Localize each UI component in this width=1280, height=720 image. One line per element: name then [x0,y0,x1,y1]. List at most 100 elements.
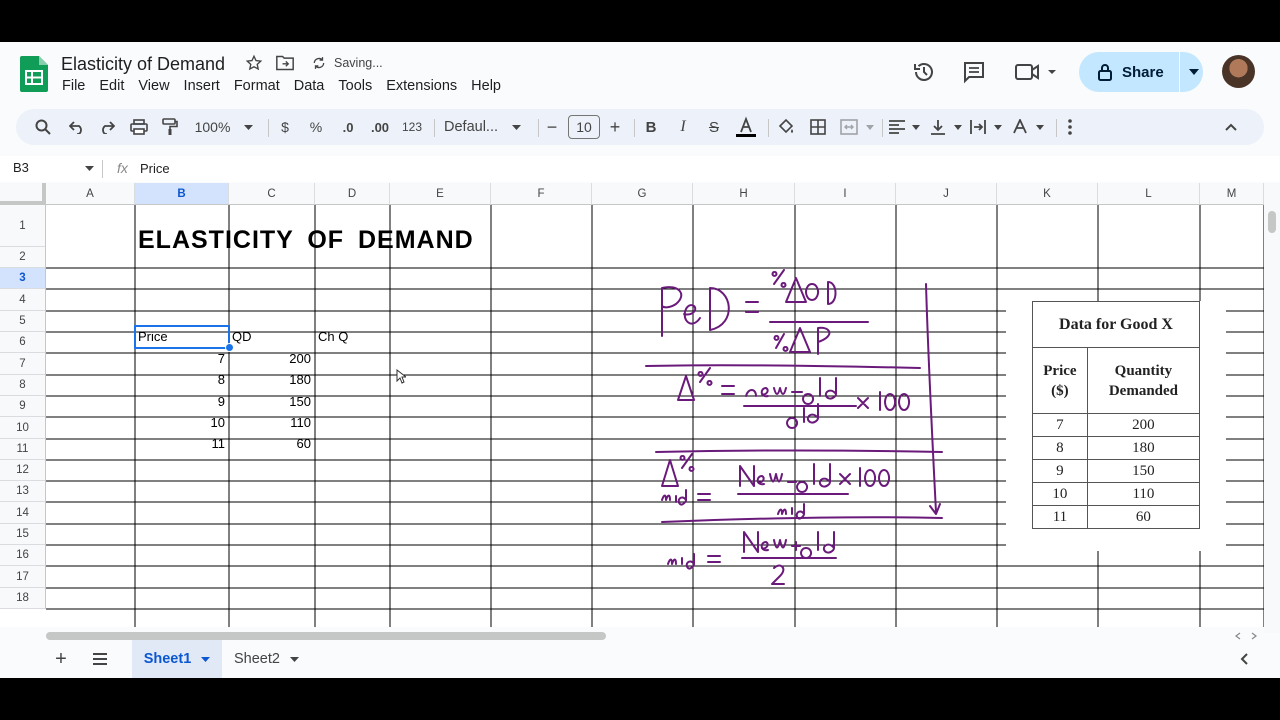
toolbar-divider [768,119,769,137]
chevron-down-icon[interactable] [1188,69,1199,75]
text-rotation-icon[interactable] [1012,109,1046,145]
vertical-scroll-thumb[interactable] [1268,211,1276,233]
share-label: Share [1122,63,1164,81]
name-box[interactable]: B3 [13,160,94,175]
vertical-scrollbar[interactable] [1264,183,1280,633]
cell-price[interactable]: 9 [135,391,228,412]
name-box-value: B3 [13,160,29,175]
font-family-select[interactable]: Defaul... [444,109,524,145]
tab-sheet1-label: Sheet1 [143,651,192,667]
tab-sheet1[interactable]: Sheet1 [132,640,222,678]
chevron-down-icon[interactable] [289,656,299,662]
fill-color-icon[interactable] [776,109,796,145]
cell-price[interactable]: 8 [135,369,228,390]
font-size-decrease-button[interactable]: − [544,109,560,145]
merge-cells-icon[interactable] [840,109,876,145]
cell-qd[interactable]: 150 [229,391,314,412]
toolbar-divider [882,119,883,137]
font-size-input[interactable]: 10 [568,109,600,145]
add-sheet-button[interactable]: + [52,640,70,678]
chevron-down-icon [244,124,254,130]
formula-divider [102,160,103,178]
cell-selection [134,325,230,349]
handwritten-formulas-drawing[interactable] [640,238,980,588]
formula-bar: B3 fx Price [0,156,1280,182]
chevron-left-icon[interactable] [1240,640,1254,678]
vertical-align-icon[interactable] [930,109,964,145]
scroll-arrows-icon[interactable] [1234,632,1258,640]
more-options-icon[interactable] [1062,109,1078,145]
more-formats-button[interactable]: 123 [400,109,424,145]
good-x-quantity: 60 [1086,505,1201,529]
tab-sheet2-label: Sheet2 [234,651,280,667]
chevron-down-icon [512,124,521,130]
font-size-increase-button[interactable]: + [606,109,624,145]
horizontal-align-icon[interactable] [888,109,922,145]
increase-decimal-button[interactable]: .00 [368,109,392,145]
collapse-menus-icon[interactable] [1222,109,1240,145]
sheet-title-cell[interactable]: ELASTICITY OF DEMAND [138,226,474,255]
sheet-tabs-bar: + Sheet1 Sheet2 [0,640,1280,678]
good-x-price-header-line1: Price [1043,362,1077,379]
menu-insert[interactable]: Insert [184,78,220,94]
menu-tools[interactable]: Tools [338,78,372,94]
toolbar-divider [634,119,635,137]
comments-icon[interactable] [962,60,986,84]
bold-button[interactable]: B [642,109,660,145]
search-menus-icon[interactable] [32,109,54,145]
cell-c3[interactable]: QD [229,326,314,347]
redo-icon[interactable] [96,109,118,145]
italic-button[interactable]: I [674,109,692,145]
sheet-grid[interactable]: ABCDEFGHIJKLM 1 2 3 4 5 6 7 8 9 10 11 12 13 14 15 16 17 1… [0,183,1264,627]
undo-icon[interactable] [66,109,88,145]
cell-price[interactable]: 11 [135,433,228,454]
good-x-price: 7 [1032,413,1088,437]
star-icon[interactable] [245,54,263,72]
chevron-down-icon[interactable] [201,656,211,662]
fill-handle[interactable] [225,343,234,352]
menu-format[interactable]: Format [234,78,280,94]
decrease-decimal-button[interactable]: .0 [336,109,360,145]
sheets-logo-icon[interactable] [20,56,48,92]
menu-extensions[interactable]: Extensions [386,78,457,94]
borders-icon[interactable] [808,109,828,145]
data-table-image[interactable]: Data for Good X Price ($) Quantity Demande… [1006,301,1226,551]
menu-data[interactable]: Data [294,78,325,94]
avatar[interactable] [1222,55,1255,88]
horizontal-scrollbar[interactable] [46,632,1264,640]
horizontal-scroll-thumb[interactable] [46,632,606,640]
menu-edit[interactable]: Edit [99,78,124,94]
zoom-select[interactable]: 100% [192,109,256,145]
cell-qd[interactable]: 180 [229,369,314,390]
paint-format-icon[interactable] [159,109,181,145]
cell-price[interactable]: 7 [135,348,228,369]
menu-view[interactable]: View [138,78,169,94]
good-x-quantity: 150 [1086,459,1201,483]
move-folder-icon[interactable] [275,54,295,72]
menu-file[interactable]: File [62,78,85,94]
cell-d3[interactable]: Ch Q [315,326,389,347]
strikethrough-button[interactable]: S [704,109,724,145]
formula-input[interactable]: Price [140,161,170,176]
all-sheets-icon[interactable] [90,640,110,678]
good-x-quantity: 110 [1086,482,1201,506]
cell-qd[interactable]: 110 [229,412,314,433]
cell-qd[interactable]: 200 [229,348,314,369]
save-status-text: Saving... [334,56,383,70]
version-history-icon[interactable] [912,60,936,84]
cell-qd[interactable]: 60 [229,433,314,454]
percent-format-button[interactable]: % [306,109,326,145]
meet-icon[interactable] [1014,60,1060,84]
print-icon[interactable] [128,109,150,145]
good-x-quantity: 180 [1086,436,1201,460]
document-title[interactable]: Elasticity of Demand [61,54,225,75]
lock-icon [1098,64,1112,81]
currency-format-button[interactable]: $ [276,109,294,145]
text-color-button[interactable] [734,109,758,145]
menu-help[interactable]: Help [471,78,501,94]
good-x-quantity-header-line1: Quantity [1114,362,1173,379]
cell-price[interactable]: 10 [135,412,228,433]
tab-sheet2[interactable]: Sheet2 [234,640,314,678]
text-wrapping-icon[interactable] [970,109,1004,145]
share-button[interactable]: Share [1079,52,1203,92]
